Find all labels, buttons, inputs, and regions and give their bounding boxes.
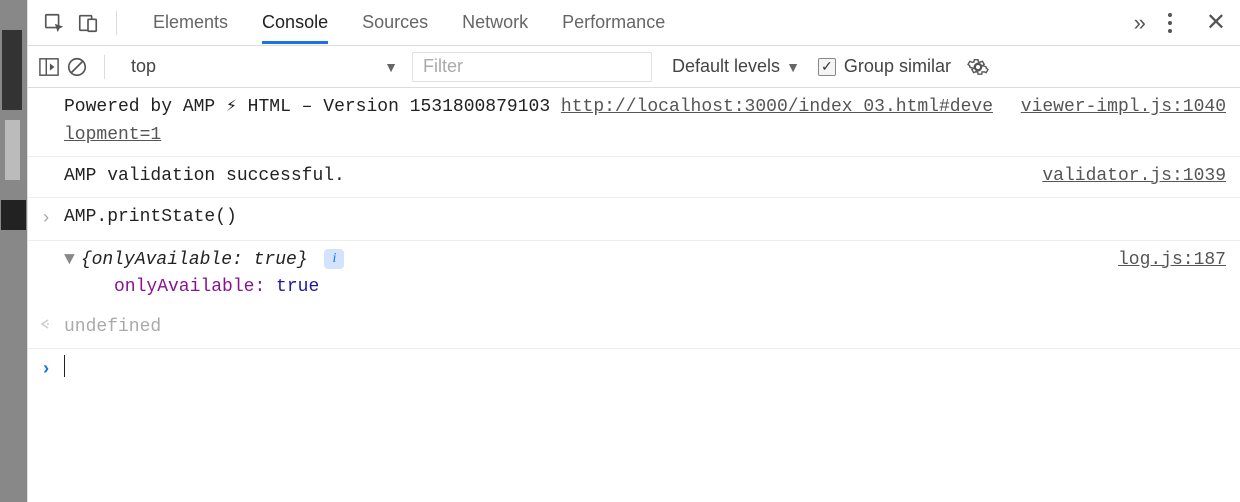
source-link[interactable]: log.js:187 <box>1118 250 1226 270</box>
command-text: AMP.printState() <box>64 204 1226 234</box>
group-similar-label: Group similar <box>844 56 951 77</box>
gear-icon[interactable] <box>967 56 989 78</box>
source-link[interactable]: viewer-impl.js:1040 <box>1021 97 1226 117</box>
chevron-down-icon: ▼ <box>384 59 398 75</box>
devtools-panel: Elements Console Sources Network Perform… <box>27 0 1240 502</box>
tab-sources[interactable]: Sources <box>362 2 428 44</box>
chevron-down-icon: ▼ <box>786 59 800 75</box>
object-result: ▼ {onlyAvailable: true} i onlyAvailable: … <box>64 247 1100 303</box>
property-value: true <box>276 277 319 297</box>
tab-elements[interactable]: Elements <box>153 2 228 44</box>
log-text: Powered by AMP ⚡ HTML – Version 15318008… <box>64 97 561 117</box>
toggle-sidebar-icon[interactable] <box>38 57 60 77</box>
property-key: onlyAvailable <box>114 277 254 297</box>
devtools-tabbar: Elements Console Sources Network Perform… <box>28 0 1240 46</box>
execution-context-dropdown[interactable]: top ▼ <box>121 52 406 82</box>
group-similar-checkbox[interactable]: ✓ <box>818 58 836 76</box>
device-toolbar-icon[interactable] <box>72 7 104 39</box>
log-message: Powered by AMP ⚡ HTML – Version 15318008… <box>64 94 1003 150</box>
gutter <box>28 94 64 150</box>
log-row: Powered by AMP ⚡ HTML – Version 15318008… <box>28 88 1240 157</box>
page-background-strip <box>0 0 27 502</box>
input-marker-icon: › <box>28 204 64 234</box>
filter-input[interactable] <box>412 52 652 82</box>
more-tabs-icon[interactable]: » <box>1134 10 1140 36</box>
separator <box>104 55 105 79</box>
clear-console-icon[interactable] <box>66 56 88 78</box>
tab-performance[interactable]: Performance <box>562 2 665 44</box>
close-icon[interactable]: ✕ <box>1200 8 1232 37</box>
return-value: undefined <box>64 314 1226 342</box>
log-message: AMP validation successful. <box>64 163 1024 191</box>
collapse-toggle-icon[interactable]: ▼ <box>64 250 75 270</box>
prompt-marker-icon: › <box>28 355 64 388</box>
tab-network[interactable]: Network <box>462 2 528 44</box>
info-icon[interactable]: i <box>324 249 344 269</box>
return-marker-icon <box>28 314 64 342</box>
separator <box>116 11 117 35</box>
log-levels-dropdown[interactable]: Default levels ▼ <box>672 56 800 77</box>
object-preview[interactable]: {onlyAvailable: true} <box>81 250 308 270</box>
levels-label: Default levels <box>672 56 780 77</box>
devtools-tabs: Elements Console Sources Network Perform… <box>153 2 1132 44</box>
log-row: AMP validation successful. validator.js:… <box>28 157 1240 198</box>
inspect-element-icon[interactable] <box>38 7 70 39</box>
kebab-menu-icon[interactable] <box>1158 13 1182 33</box>
result-row: ▼ {onlyAvailable: true} i onlyAvailable: … <box>28 241 1240 309</box>
source-link[interactable]: validator.js:1039 <box>1042 166 1226 186</box>
return-row: undefined <box>28 308 1240 349</box>
console-prompt[interactable]: › <box>28 349 1240 394</box>
console-toolbar: top ▼ Default levels ▼ ✓ Group similar <box>28 46 1240 88</box>
text-caret <box>64 355 65 377</box>
gutter <box>28 163 64 191</box>
context-label: top <box>131 56 156 77</box>
object-property: onlyAvailable: true <box>64 274 1100 302</box>
console-output: Powered by AMP ⚡ HTML – Version 15318008… <box>28 88 1240 502</box>
command-row: › AMP.printState() <box>28 198 1240 241</box>
tab-console[interactable]: Console <box>262 2 328 44</box>
gutter <box>28 247 64 303</box>
